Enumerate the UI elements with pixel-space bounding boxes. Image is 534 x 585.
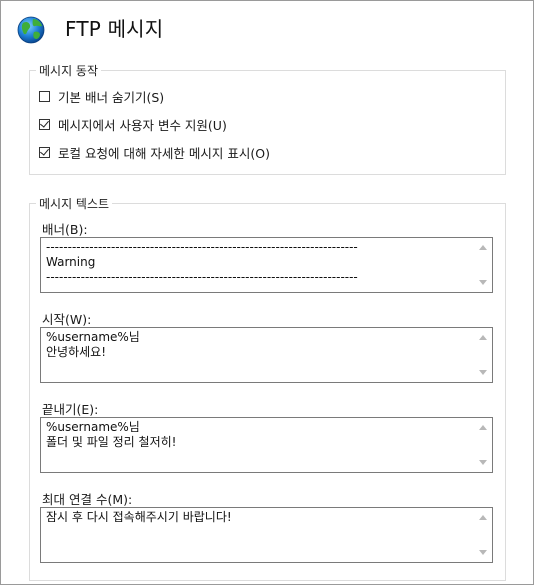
exit-textarea[interactable]: %username%님 폴더 및 파일 정리 철저히! — [40, 417, 493, 473]
welcome-text: %username%님 안녕하세요! — [46, 330, 140, 359]
scroll-down-icon[interactable] — [479, 550, 487, 555]
banner-label: 배너(B): — [42, 222, 88, 237]
globe-icon — [17, 16, 45, 44]
message-text-group: 메시지 텍스트 배너(B): -------------------------… — [29, 195, 506, 581]
welcome-label: 시작(W): — [42, 312, 92, 327]
checkbox-label: 메시지에서 사용자 변수 지원(U) — [58, 118, 227, 133]
detailed-local-messages-checkbox[interactable]: 로컬 요청에 대해 자세한 메시지 표시(O) — [39, 143, 270, 162]
exit-text: %username%님 폴더 및 파일 정리 철저히! — [46, 420, 177, 449]
scroll-up-icon[interactable] — [479, 515, 487, 520]
scroll-down-icon[interactable] — [479, 460, 487, 465]
scroll-down-icon[interactable] — [479, 280, 487, 285]
max-connections-scrollbar[interactable] — [475, 508, 492, 562]
exit-label: 끝내기(E): — [42, 402, 99, 417]
scroll-down-icon[interactable] — [479, 370, 487, 375]
banner-textarea[interactable]: ----------------------------------------… — [40, 237, 493, 293]
support-user-variables-checkbox[interactable]: 메시지에서 사용자 변수 지원(U) — [39, 115, 227, 134]
scroll-up-icon[interactable] — [479, 425, 487, 430]
max-connections-text: 잠시 후 다시 접속해주시기 바랍니다! — [46, 510, 232, 524]
max-connections-textarea[interactable]: 잠시 후 다시 접속해주시기 바랍니다! — [40, 507, 493, 563]
banner-text: ----------------------------------------… — [46, 240, 358, 284]
message-text-legend: 메시지 텍스트 — [36, 195, 113, 212]
welcome-scrollbar[interactable] — [475, 328, 492, 382]
exit-scrollbar[interactable] — [475, 418, 492, 472]
hide-default-banner-checkbox[interactable]: 기본 배너 숨기기(S) — [39, 87, 164, 106]
welcome-textarea[interactable]: %username%님 안녕하세요! — [40, 327, 493, 383]
message-behavior-group: 메시지 동작 기본 배너 숨기기(S) 메시지에서 사용자 변수 지원(U) 로… — [29, 62, 506, 175]
checkbox-box[interactable] — [39, 119, 50, 130]
banner-scrollbar[interactable] — [475, 238, 492, 292]
scroll-up-icon[interactable] — [479, 245, 487, 250]
checkbox-label: 기본 배너 숨기기(S) — [58, 90, 165, 105]
checkbox-box[interactable] — [39, 91, 50, 102]
checkbox-box[interactable] — [39, 147, 50, 158]
max-connections-label: 최대 연결 수(M): — [42, 492, 133, 507]
message-behavior-legend: 메시지 동작 — [36, 62, 102, 79]
checkbox-label: 로컬 요청에 대해 자세한 메시지 표시(O) — [58, 146, 270, 161]
scroll-up-icon[interactable] — [479, 335, 487, 340]
page-title: FTP 메시지 — [65, 17, 164, 41]
